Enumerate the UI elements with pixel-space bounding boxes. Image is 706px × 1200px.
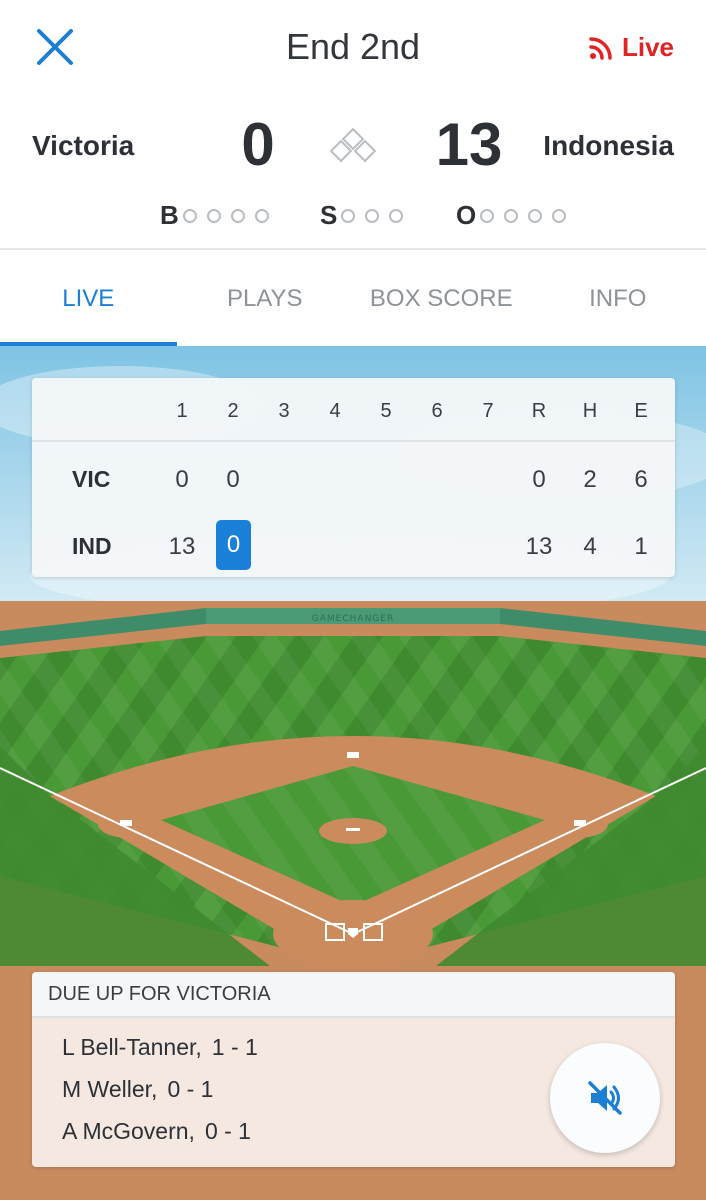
strikes-label: S (320, 200, 338, 230)
tab-bar: LIVE PLAYS BOX SCORE INFO (0, 252, 706, 346)
live-indicator: Live (588, 32, 674, 63)
inning-header: 1 (176, 400, 188, 422)
hits-header: H (582, 400, 598, 422)
inning-header: 7 (482, 400, 494, 422)
mute-button[interactable] (550, 1043, 660, 1153)
out-dot (480, 208, 495, 223)
runs-total: 0 (532, 466, 546, 493)
errors-total: 6 (634, 466, 648, 493)
outs-count: O (456, 200, 576, 231)
batter-stat: 1 - 1 (211, 1034, 258, 1060)
balls-count: B (160, 200, 279, 231)
strike-dot (389, 208, 404, 223)
strike-dot (365, 208, 380, 223)
batter-stat: 0 - 1 (167, 1076, 214, 1102)
current-inning-score: 0 (216, 520, 251, 570)
home-team-name: Indonesia (543, 130, 674, 161)
inning-header: 5 (380, 400, 392, 422)
inning-score: 0 (175, 466, 189, 493)
batter-name: L Bell-Tanner, (62, 1034, 202, 1060)
due-up-title: DUE UP FOR VICTORIA (32, 972, 675, 1018)
line-score-team: IND (72, 533, 112, 559)
line-score-table: 1 2 3 4 5 6 7 R H E VIC 0 0 0 2 6 IND 13… (32, 378, 675, 577)
out-dot (552, 208, 567, 223)
tab-info[interactable]: INFO (530, 252, 706, 346)
inning-header: 3 (278, 400, 290, 422)
inning-score: 0 (226, 466, 240, 493)
batter-stat: 0 - 1 (204, 1118, 251, 1144)
away-team-score: 0 (241, 111, 275, 178)
inning-header: 2 (227, 400, 239, 422)
inning-header: 6 (431, 400, 443, 422)
hits-total: 4 (583, 533, 597, 560)
home-team-score: 13 (435, 111, 503, 178)
live-label: Live (621, 32, 674, 62)
ball-dot (182, 208, 197, 223)
scoreboard: Victoria 0 13 Indonesia B S O (0, 96, 706, 250)
top-bar: End 2nd Live (0, 0, 706, 96)
balls-label: B (160, 200, 179, 230)
out-dot (528, 208, 543, 223)
field-view: GAMECHANGER 1 2 3 4 5 6 7 R H E VIC 0 0 … (0, 346, 706, 1200)
tab-box-score[interactable]: BOX SCORE (353, 252, 530, 346)
batter-name: M Weller, (62, 1076, 158, 1102)
out-dot (504, 208, 519, 223)
errors-header: E (634, 400, 648, 422)
ball-dot (206, 208, 221, 223)
tab-plays[interactable]: PLAYS (177, 252, 354, 346)
strike-dot (341, 208, 356, 223)
line-score-team: VIC (72, 466, 111, 492)
ball-dot (254, 208, 269, 223)
wall-sign-text: GAMECHANGER (312, 614, 394, 624)
away-team-name: Victoria (32, 130, 135, 161)
outs-label: O (456, 200, 477, 230)
batter-name: A McGovern, (62, 1118, 195, 1144)
volume-muted-icon (588, 1081, 622, 1115)
line-score-header: 1 2 3 4 5 6 7 R H E (32, 378, 675, 442)
broadcast-icon (589, 36, 612, 60)
tab-live[interactable]: LIVE (0, 252, 177, 346)
runs-total: 13 (525, 533, 553, 560)
hits-total: 2 (583, 466, 597, 493)
strikes-count: S (320, 200, 413, 231)
errors-total: 1 (634, 533, 648, 560)
inning-header: 4 (329, 400, 341, 422)
inning-score: 13 (168, 533, 196, 560)
bases-diamond-icon (329, 128, 377, 163)
ball-dot (230, 208, 245, 223)
runs-header: R (531, 400, 547, 422)
